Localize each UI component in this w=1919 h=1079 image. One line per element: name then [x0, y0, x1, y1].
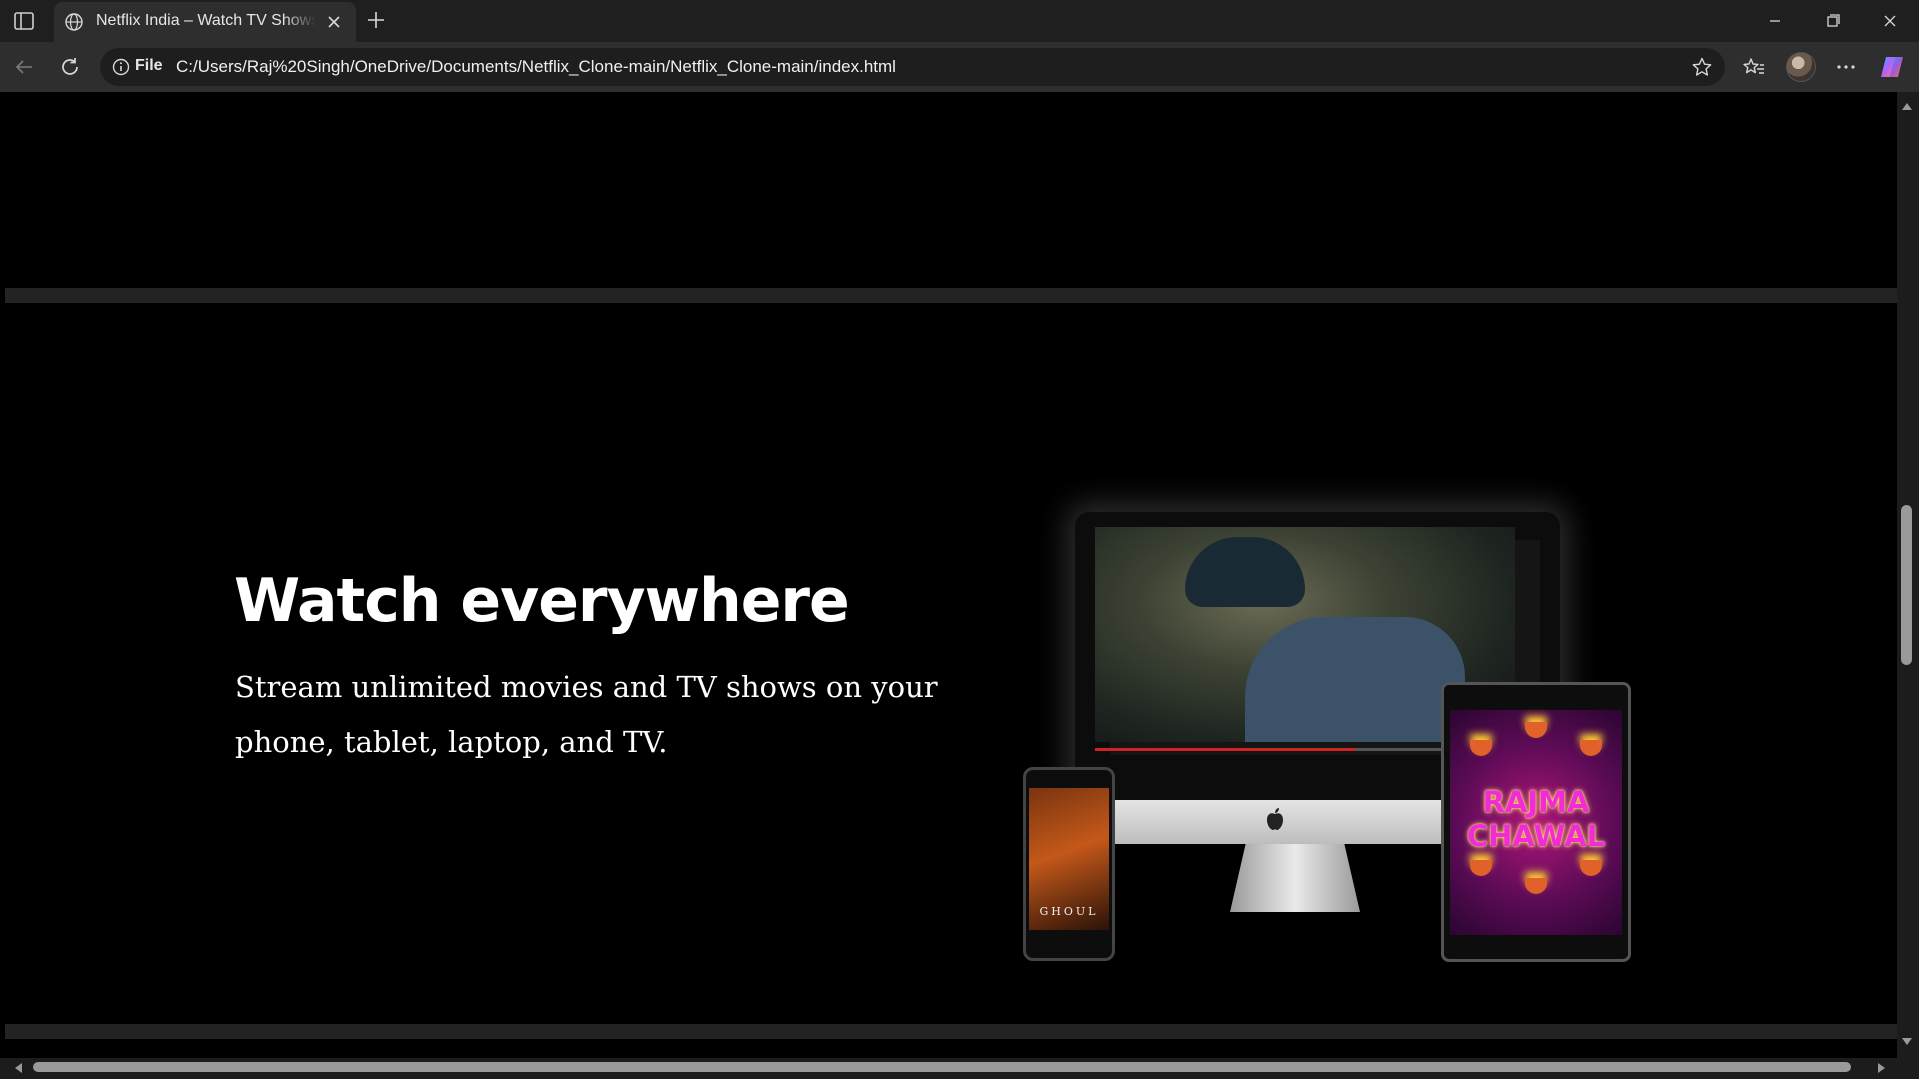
url-text[interactable]: C:/Users/Raj%20Singh/OneDrive/Documents/…: [176, 57, 896, 77]
scheme-label: File: [135, 57, 163, 74]
address-bar[interactable]: File C:/Users/Raj%20Singh/OneDrive/Docum…: [100, 48, 1725, 86]
restore-button[interactable]: [1821, 10, 1845, 32]
section-divider-top: [5, 288, 1897, 303]
hero-subtext: Stream unlimited movies and TV shows on …: [235, 670, 938, 759]
section-divider-bottom: [5, 1024, 1897, 1039]
close-tab-icon[interactable]: [325, 13, 343, 31]
new-tab-button[interactable]: [365, 9, 387, 31]
scroll-right-arrow-icon[interactable]: [1877, 1062, 1887, 1074]
phone-poster-title: GHOUL: [1039, 905, 1099, 918]
favorite-star-icon[interactable]: [1691, 56, 1713, 78]
globe-icon: [64, 12, 84, 32]
favorites-icon[interactable]: [1742, 55, 1766, 79]
copilot-icon[interactable]: [1878, 53, 1906, 81]
monitor-stand: [1230, 844, 1360, 912]
tab-actions-menu-icon[interactable]: [12, 10, 36, 32]
phone-screen: GHOUL: [1029, 788, 1109, 930]
page-viewport: Watch everywhere Stream unlimited movies…: [5, 92, 1897, 1058]
scroll-down-arrow-icon[interactable]: [1901, 1037, 1913, 1047]
video-progress-fill: [1095, 748, 1356, 751]
tablet-screen: RAJMA CHAWAL: [1450, 710, 1622, 935]
hero-heading: Watch everywhere: [234, 566, 850, 636]
reload-button[interactable]: [58, 55, 82, 79]
minimize-button[interactable]: [1763, 10, 1787, 32]
devices-illustration: GHOUL RAJMA CHAWAL: [1015, 512, 1635, 972]
tab-bar: Netflix India – Watch TV Shows O: [0, 0, 1919, 42]
horizontal-scroll-thumb[interactable]: [33, 1062, 1851, 1072]
phone: GHOUL: [1023, 767, 1115, 961]
tablet-poster-title: RAJMA CHAWAL: [1466, 785, 1606, 853]
apple-logo-icon: [1265, 807, 1285, 831]
vertical-scroll-thumb[interactable]: [1901, 505, 1912, 665]
tab-title: Netflix India – Watch TV Shows O: [96, 12, 316, 29]
navigation-bar: File C:/Users/Raj%20Singh/OneDrive/Docum…: [0, 42, 1919, 92]
tablet: RAJMA CHAWAL: [1441, 682, 1631, 962]
more-options-icon[interactable]: [1834, 55, 1858, 79]
profile-avatar[interactable]: [1786, 52, 1816, 82]
scroll-left-arrow-icon[interactable]: [13, 1062, 23, 1074]
tab-netflix[interactable]: Netflix India – Watch TV Shows O: [54, 2, 356, 42]
site-info-icon[interactable]: [112, 58, 130, 76]
close-window-button[interactable]: [1878, 10, 1902, 32]
back-button[interactable]: [12, 55, 36, 79]
scroll-up-arrow-icon[interactable]: [1901, 101, 1913, 111]
